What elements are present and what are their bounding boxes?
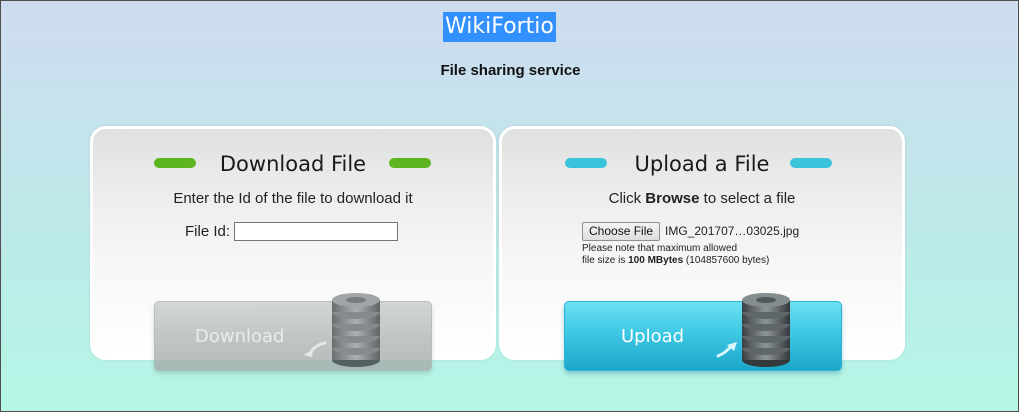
- upload-instruction-browse: Browse: [645, 190, 700, 207]
- upload-instruction-suffix: to select a file: [699, 190, 796, 207]
- file-chooser-row: Choose File IMG_201707…03025.jpg: [582, 221, 799, 241]
- upload-note-line1: Please note that maximum allowed: [582, 243, 738, 254]
- site-subtitle: File sharing service: [440, 62, 581, 79]
- heading-accent-bar: [790, 158, 832, 168]
- download-instruction: Enter the Id of the file to download it: [173, 190, 413, 207]
- upload-note-line2: file size is 100 MBytes (104857600 bytes…: [582, 255, 769, 267]
- file-id-row: File Id:: [185, 220, 399, 242]
- file-id-label: File Id:: [185, 222, 231, 240]
- upload-instruction: Click Browse to select a file: [502, 190, 902, 207]
- heading-accent-bar: [389, 158, 431, 168]
- upload-instruction-prefix: Click: [608, 190, 646, 207]
- database-stack-icon: [332, 293, 380, 367]
- database-stack-icon: [742, 293, 790, 367]
- arrow-icon: [304, 341, 327, 357]
- upload-note-prefix: file size is: [582, 255, 629, 266]
- selected-file-name: IMG_201707…03025.jpg: [665, 224, 800, 238]
- download-button[interactable]: Download: [154, 293, 432, 371]
- upload-button[interactable]: Upload: [564, 293, 842, 371]
- download-heading: Download File: [219, 152, 367, 176]
- download-button-label: Download: [195, 326, 285, 347]
- file-id-input[interactable]: [234, 221, 399, 241]
- choose-file-button[interactable]: Choose File: [582, 221, 661, 241]
- upload-button-label: Upload: [621, 326, 685, 347]
- upload-heading: Upload a File: [634, 152, 770, 176]
- upload-size-note: Please note that maximum allowed file si…: [582, 243, 769, 267]
- upload-note-bytes: (104857600 bytes): [683, 255, 770, 266]
- site-title: WikiFortio: [443, 12, 556, 42]
- upload-note-max-size: 100 MBytes: [628, 255, 684, 266]
